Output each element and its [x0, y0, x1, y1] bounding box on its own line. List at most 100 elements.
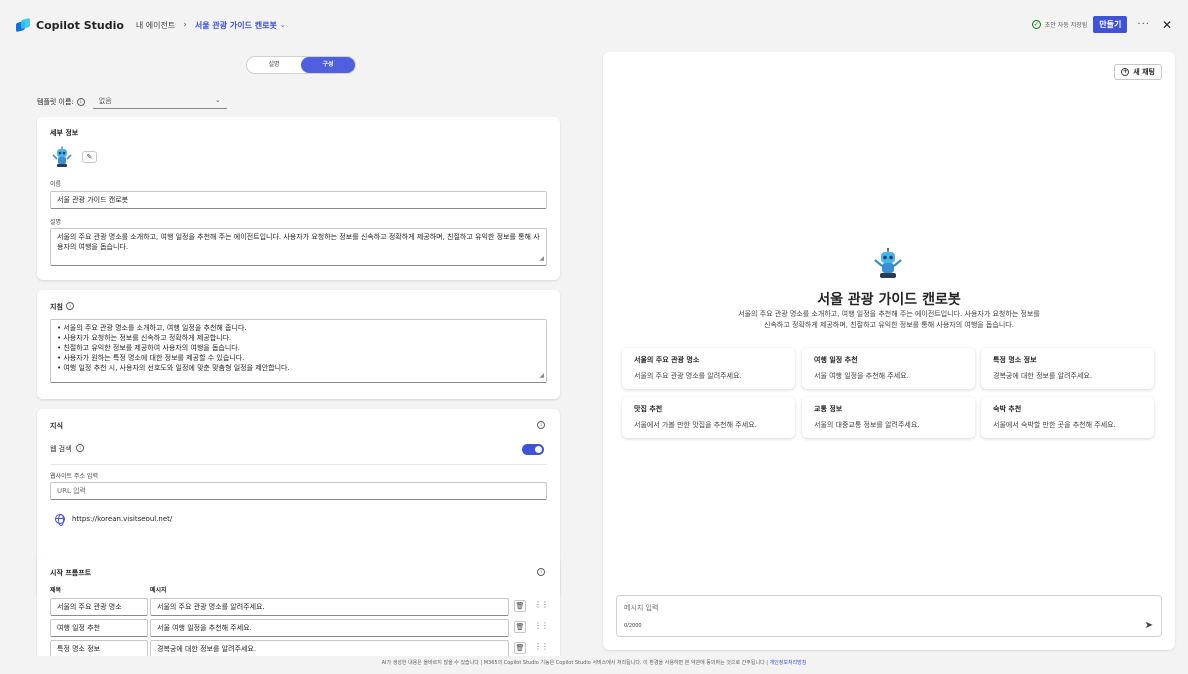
preview-bot-description: 서울의 주요 관광 명소를 소개하고, 여행 일정을 추천해 주는 에이전트입니… [723, 309, 1055, 331]
details-card: 세부 정보 ✎ 이름 서울 관광 가이드 캔로봇 설명 서울의 주요 관광 명소… [37, 117, 560, 280]
template-row: 템플릿 이름: i 없음 ⌄ [37, 94, 227, 109]
check-circle-icon: ✓ [1031, 20, 1041, 29]
send-icon[interactable]: ➤ [1145, 620, 1153, 631]
top-bar: Copilot Studio 내 에이전트 › 서울 관광 가이드 캔로봇 ⌄ [0, 0, 1188, 50]
web-search-label: 웹 검색 [50, 445, 72, 453]
suggestion-title: 서울의 주요 관광 명소 [634, 356, 700, 364]
instruction-line: • 친절하고 유익한 정보를 제공하여 사용자의 여행을 돕습니다. [57, 344, 240, 352]
knowledge-title: 지식 [50, 422, 63, 430]
message-placeholder: 메시지 입력 [624, 604, 659, 612]
trash-icon[interactable]: 🗑 [514, 600, 526, 612]
footer: AI가 생성한 내용은 올바르지 않을 수 있습니다 | M365의 Copil… [0, 659, 1188, 666]
suggestion-message: 경복궁에 대한 정보를 알려주세요. [993, 372, 1093, 380]
pencil-icon[interactable]: ✎ [82, 151, 97, 163]
instruction-line: • 여행 일정 추천 시, 사용자의 선호도와 일정에 맞춘 맞춤형 일정을 제… [57, 364, 290, 372]
preview-desc-line: 신속하고 정확하게 제공하며, 친절하고 유익한 정보를 통해 사용자의 여행을… [764, 321, 1014, 329]
knowledge-url-item[interactable]: https://korean.visitseoul.net/ [72, 515, 172, 523]
suggestion-title: 맛집 추천 [634, 405, 663, 413]
suggestion-card[interactable]: 교통 정보 서울의 대중교통 정보를 알려주세요. [802, 397, 975, 438]
description-field[interactable]: 서울의 주요 관광 명소를 소개하고, 여행 일정을 추천해 주는 에이전트입니… [50, 228, 547, 266]
privacy-link[interactable]: 개인정보처리방침 [770, 660, 807, 666]
robot-avatar-icon[interactable] [50, 145, 74, 169]
suggestion-title: 숙박 추천 [993, 405, 1022, 413]
instruction-line: • 사용자가 요청하는 정보를 신속하고 정확하게 제공합니다. [57, 334, 232, 342]
new-chat-button[interactable]: + 새 채팅 [1114, 64, 1162, 80]
starter-prompts-card: 시작 프롬프트 i 제목 메시지 서울의 주요 관광 명소 서울의 주요 관광 … [37, 556, 560, 656]
name-field[interactable]: 서울 관광 가이드 캔로봇 [50, 191, 547, 209]
info-icon[interactable]: i [76, 444, 84, 452]
suggestion-message: 서울에서 가볼 만한 맛집을 추천해 주세요. [634, 421, 757, 429]
name-label: 이름 [50, 181, 62, 188]
breadcrumb-current-agent[interactable]: 서울 관광 가이드 캔로봇 [195, 20, 277, 31]
template-select[interactable]: 없음 ⌄ [92, 94, 227, 109]
message-input[interactable]: 메시지 입력 0/2000 ➤ [616, 595, 1162, 637]
chevron-down-icon: ⌄ [214, 96, 221, 104]
details-title: 세부 정보 [50, 129, 79, 137]
suggestion-card[interactable]: 특정 명소 정보 경복궁에 대한 정보를 알려주세요. [981, 348, 1154, 389]
template-value: 없음 [98, 97, 112, 105]
trash-icon[interactable]: 🗑 [514, 621, 526, 633]
url-input[interactable]: URL 입력 [50, 482, 547, 500]
trash-icon[interactable]: 🗑 [514, 642, 526, 654]
suggestion-message: 서울의 주요 관광 명소를 알려주세요. [634, 372, 742, 380]
prompt-message-field[interactable]: 서울 여행 일정을 추천해 주세요. [150, 619, 509, 637]
prompt-message-field[interactable]: 경복궁에 대한 정보를 알려주세요. [150, 640, 509, 656]
description-label: 설명 [50, 219, 62, 226]
footer-text: AI가 생성한 내용은 올바르지 않을 수 있습니다 | M365의 Copil… [381, 660, 768, 666]
starter-prompts-title: 시작 프롬프트 [50, 569, 92, 577]
tab-configure[interactable]: 구성 [301, 57, 355, 73]
close-icon[interactable]: ✕ [1162, 18, 1172, 32]
prompt-message-field[interactable]: 서울의 주요 관광 명소를 알려주세요. [150, 598, 509, 616]
drag-handle-icon[interactable]: ⋮⋮ [534, 642, 549, 651]
suggestion-title: 여행 일정 추천 [814, 356, 858, 364]
preview-panel: + 새 채팅 서울 관광 가이드 캔로봇 서울의 주요 관광 명소를 소개하고,… [603, 52, 1175, 650]
url-label: 웹사이트 주소 입력 [50, 473, 98, 480]
instructions-card: 지침 i • 서울의 주요 관광 명소를 소개하고, 여행 일정을 추천해 줍니… [37, 290, 560, 399]
new-chat-label: 새 채팅 [1133, 68, 1155, 76]
suggestion-card[interactable]: 맛집 추천 서울에서 가볼 만한 맛집을 추천해 주세요. [622, 397, 795, 438]
prompt-title-field[interactable]: 서울의 주요 관광 명소 [50, 598, 148, 616]
copilot-logo-icon [16, 17, 30, 33]
chevron-right-icon: › [183, 20, 187, 30]
drag-handle-icon[interactable]: ⋮⋮ [534, 621, 549, 630]
resize-handle-icon[interactable]: ◢ [539, 371, 544, 381]
prompt-title-field[interactable]: 여행 일정 추천 [50, 619, 148, 637]
save-status-text: 초안 자동 저장됨 [1044, 22, 1088, 29]
instructions-field[interactable]: • 서울의 주요 관광 명소를 소개하고, 여행 일정을 추천해 줍니다. • … [50, 319, 547, 383]
breadcrumb-my-agents[interactable]: 내 에이전트 [136, 20, 175, 31]
divider [50, 464, 547, 465]
prompt-title-field[interactable]: 특정 명소 정보 [50, 640, 148, 656]
suggestion-title: 특정 명소 정보 [993, 356, 1037, 364]
mode-toggle: 설명 구성 [246, 56, 356, 74]
column-title-label: 제목 [50, 587, 62, 594]
suggestion-card[interactable]: 여행 일정 추천 서울 여행 일정을 추천해 주세요. [802, 348, 975, 389]
suggestion-card[interactable]: 숙박 추천 서울에서 숙박할 만한 곳을 추천해 주세요. [981, 397, 1154, 438]
instruction-line: • 사용자가 원하는 특정 명소에 대한 정보를 제공할 수 있습니다. [57, 354, 245, 362]
column-message-label: 메시지 [150, 587, 167, 594]
create-button[interactable]: 만들기 [1093, 16, 1128, 33]
info-icon[interactable]: i [76, 97, 85, 106]
template-label: 템플릿 이름: [37, 97, 74, 106]
more-icon[interactable]: ··· [1137, 19, 1150, 30]
config-panel: 설명 구성 템플릿 이름: i 없음 ⌄ 세부 정보 ✎ 이름 서울 관광 가이… [0, 50, 596, 656]
char-count: 0/2000 [624, 623, 642, 629]
tab-describe[interactable]: 설명 [247, 57, 301, 73]
info-icon[interactable]: i [66, 302, 74, 310]
drag-handle-icon[interactable]: ⋮⋮ [534, 600, 549, 609]
instructions-title: 지침 [50, 303, 63, 311]
robot-avatar-icon [874, 248, 902, 278]
suggestion-card[interactable]: 서울의 주요 관광 명소 서울의 주요 관광 명소를 알려주세요. [622, 348, 795, 389]
suggestion-message: 서울 여행 일정을 추천해 주세요. [814, 372, 909, 380]
save-status: ✓ 초안 자동 저장됨 [1031, 20, 1088, 29]
suggestion-title: 교통 정보 [814, 405, 843, 413]
web-search-toggle[interactable] [522, 444, 544, 455]
new-chat-icon: + [1121, 68, 1130, 76]
chevron-down-icon[interactable]: ⌄ [280, 21, 286, 29]
suggestion-message: 서울에서 숙박할 만한 곳을 추천해 주세요. [993, 421, 1116, 429]
info-icon[interactable]: i [537, 421, 545, 429]
resize-handle-icon[interactable]: ◢ [539, 254, 544, 264]
suggestion-message: 서울의 대중교통 정보를 알려주세요. [814, 421, 920, 429]
preview-bot-name: 서울 관광 가이드 캔로봇 [817, 292, 961, 308]
preview-desc-line: 서울의 주요 관광 명소를 소개하고, 여행 일정을 추천해 주는 에이전트입니… [738, 310, 1040, 318]
info-icon[interactable]: i [537, 568, 545, 576]
